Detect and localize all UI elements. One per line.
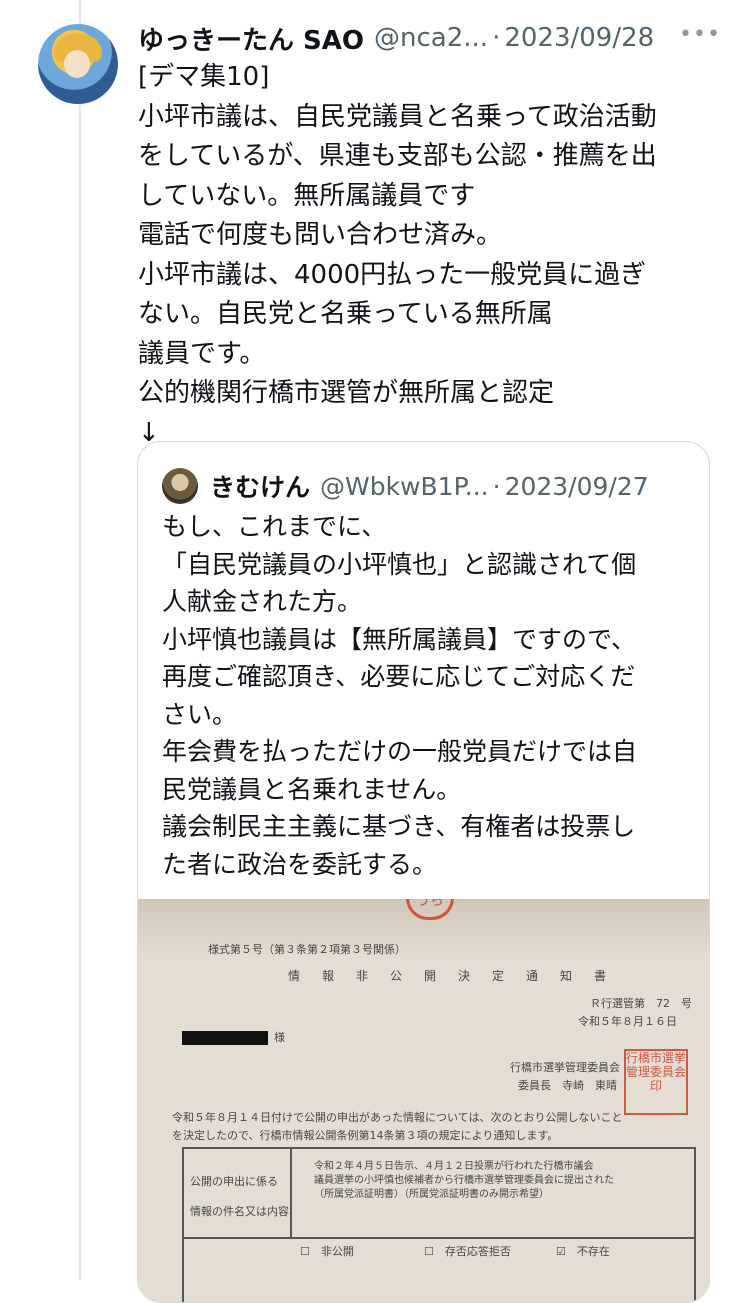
tweet-line: 議員です。 [138,338,266,369]
tweet-line: をしているが、県連も支部も公認・推薦を出 [138,141,657,171]
avatar-face [64,50,90,78]
tweet-line: ない。自民党と名乗っている無所属 [138,299,553,329]
avatar[interactable] [38,24,118,104]
quote-line: 再度ご確認頂き、必要に応じてご対応くだ [162,662,636,691]
doc-row-content: 令和２年４月５日告示、４月１２日投票が行われた行橋市議会 [314,1161,594,1172]
quoted-tweet[interactable]: きむけん @WbkwB1P... · 2023/09/27 もし、これまでに、 … [137,441,710,1303]
doc-chair: 委員長 寺崎 東晴 [518,1079,617,1092]
quote-separator: · [492,471,501,501]
quote-line: た者に政治を委託する。 [162,849,438,879]
author-handle[interactable]: @nca2... [374,23,488,53]
official-seal: 行橋市選挙管理委員会印 [624,1049,688,1115]
table-divider [184,1237,694,1239]
doc-body-line: を決定したので、行橋市情報公開条例第14条第３項の規定により通知します。 [172,1129,559,1142]
doc-committee: 行橋市選挙管理委員会 [510,1061,620,1074]
header-separator: · [492,23,501,53]
tweet-line: していない。無所属議員です [138,180,476,211]
more-options-icon[interactable]: ••• [679,22,720,52]
quote-header: きむけん @WbkwB1P... · 2023/09/27 [162,466,649,506]
doc-checkbox-nonexistent: ☑ 不存在 [556,1245,610,1258]
author-name[interactable]: ゆっきーたん SAO [138,20,364,57]
doc-table: 公開の申出に係る 情報の件名又は内容 令和２年４月５日告示、４月１２日投票が行わ… [182,1147,696,1302]
tweet-line: 電話で何度も問い合わせ済み。 [138,220,503,250]
doc-form-number: 様式第５号（第３条第２項第３号関係） [208,943,406,956]
quote-date: 2023/09/27 [504,471,649,501]
quote-line: もし、これまでに、 [162,512,387,541]
doc-honorific: 様 [274,1031,285,1044]
doc-reference-number: Ｒ行選管第 72 号 [590,997,692,1010]
doc-body-line: 令和５年８月１４日付けで公開の申出があった情報については、次のとおり公開しないこ… [172,1111,623,1124]
doc-row-label: 情報の件名又は内容 [190,1205,289,1218]
quote-line: 人献金された方。 [162,587,363,616]
table-divider [290,1149,292,1237]
document-photo[interactable]: うら 様式第５号（第３条第２項第３号関係） 情報非公開決定通知書 Ｒ行選管第 7… [138,899,709,1302]
tweet-line: 小坪市議は、4000円払った一般党員に過ぎ [138,259,647,290]
quote-line: 民党議員と名乗れません。 [162,774,462,804]
quote-line: 「自民党議員の小坪慎也」と認識されて個 [162,549,637,579]
doc-checkbox-nondisclosure: ☐ 非公開 [300,1245,354,1258]
tweet-date[interactable]: 2023/09/28 [504,23,654,53]
quote-text: もし、これまでに、 「自民党議員の小坪慎也」と認識されて個 人献金された方。 小… [162,508,702,883]
tweet-line: [デマ集10] [138,62,270,92]
quote-avatar [162,468,198,504]
quote-author-name: きむけん [210,473,311,502]
tweet-text: [デマ集10] 小坪市議は、自民党議員と名乗って政治活動 をしているが、県連も支… [138,58,718,453]
redacted-name [182,1031,268,1045]
tweet-line: 公的機関行橋市選管が無所属と認定 [138,378,555,408]
doc-date: 令和５年８月１６日 [578,1015,677,1028]
doc-row-label: 公開の申出に係る [190,1175,278,1188]
quote-line: 年会費を払っただけの一般党員だけでは自 [162,737,638,766]
doc-row-content: （所属党派証明書）（所属党派証明書のみ開示希望） [314,1189,549,1200]
quote-line: 小坪慎也議員は【無所属議員】ですので、 [162,624,637,654]
quote-line: 議会制民主主義に基づき、有権者は投票し [162,812,636,841]
doc-checkbox-refusal: ☐ 存否応答拒否 [424,1245,511,1258]
quote-line: さい。 [162,699,238,729]
quote-author-handle: @WbkwB1P... [320,471,489,501]
doc-row-content: 議員選挙の小坪慎也候補者から行橋市選挙管理委員会に提出された [314,1175,614,1186]
doc-title: 情報非公開決定通知書 [288,969,629,983]
tweet-line: 小坪市議は、自民党議員と名乗って政治活動 [138,101,657,132]
thread-line [79,0,81,1280]
tweet-header: ゆっきーたん SAO @nca2... · 2023/09/28 [138,20,728,56]
